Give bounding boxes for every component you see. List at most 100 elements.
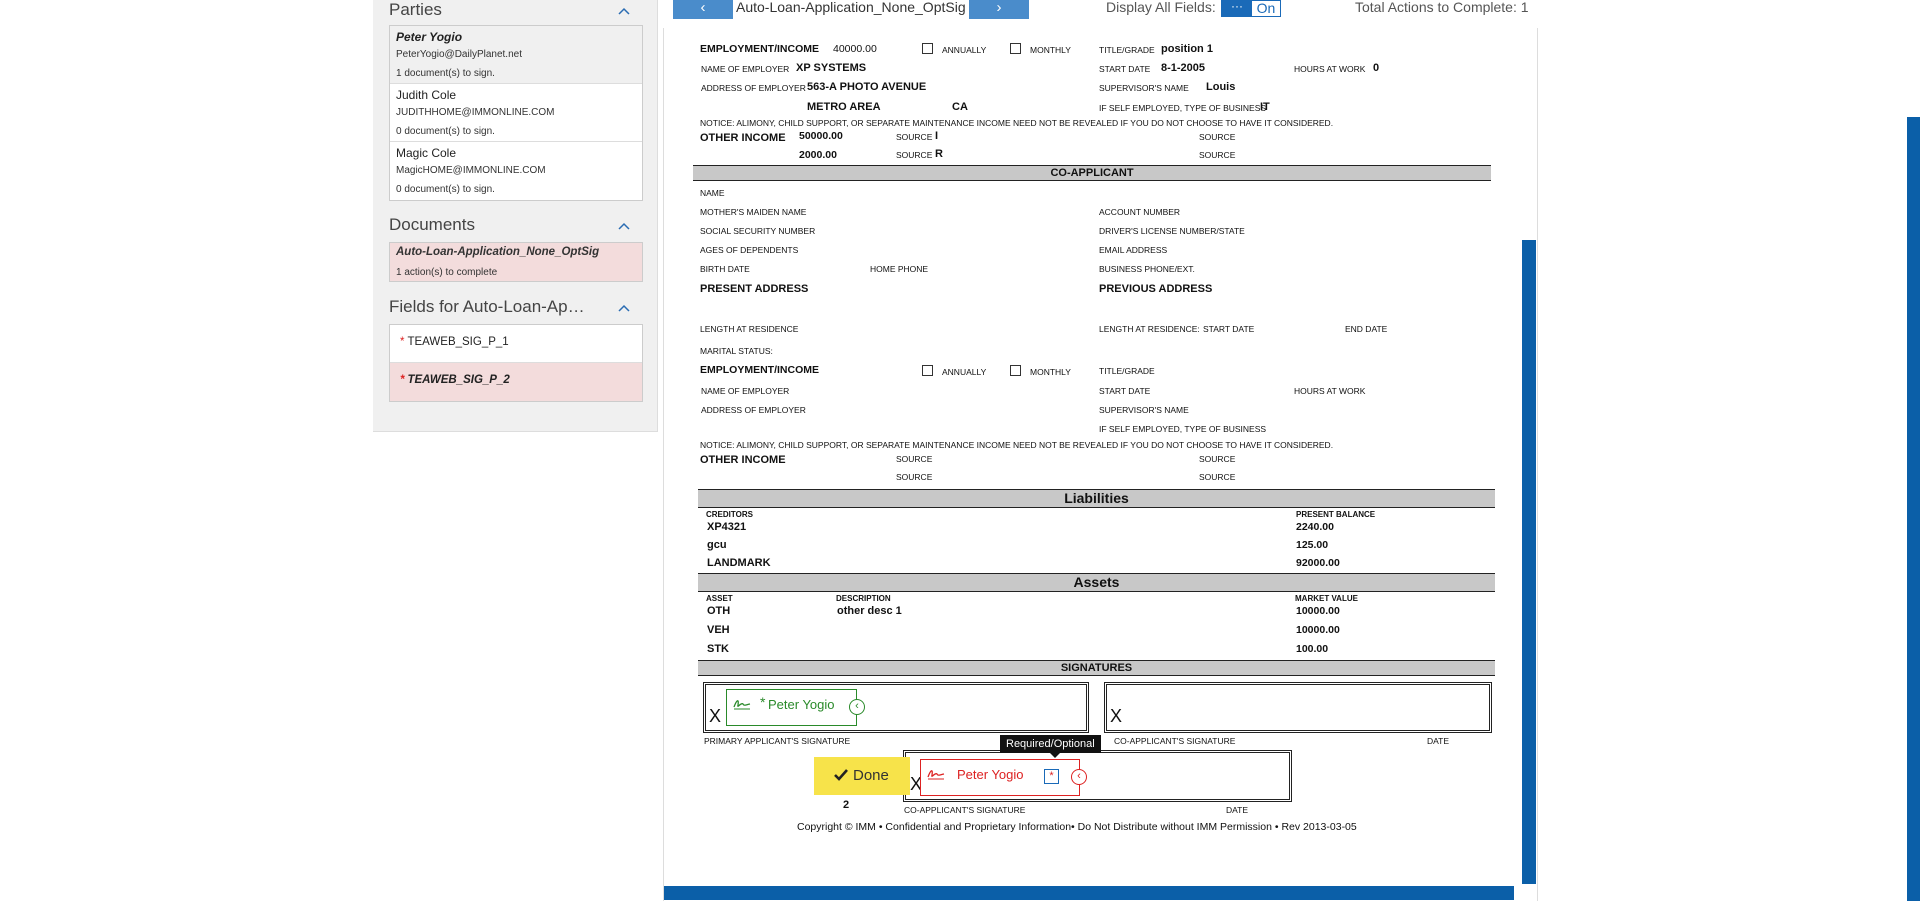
document-name: Auto-Loan-Application_None_OptSig bbox=[396, 246, 600, 258]
required-toggle-checkbox[interactable]: * bbox=[1044, 769, 1059, 784]
co-hours-label: HOURS AT WORK bbox=[1294, 386, 1366, 396]
monthly-label: MONTHLY bbox=[1030, 45, 1071, 55]
asset-value: 100.00 bbox=[1296, 643, 1329, 655]
coapplicant-header: CO-APPLICANT bbox=[693, 165, 1491, 181]
co-account-label: ACCOUNT NUMBER bbox=[1099, 207, 1181, 217]
collapse-arrow-icon[interactable]: ‹ bbox=[849, 699, 865, 715]
signature-pen-icon bbox=[733, 696, 751, 710]
hours-label: HOURS AT WORK bbox=[1294, 64, 1366, 74]
fields-header[interactable]: Fields for Auto-Loan-Appl... bbox=[389, 297, 643, 319]
party-doc-count: 0 document(s) to sign. bbox=[396, 184, 495, 195]
alimony-notice: NOTICE: ALIMONY, CHILD SUPPORT, OR SEPAR… bbox=[700, 118, 1334, 128]
creditor-name: gcu bbox=[707, 539, 727, 551]
required-marker: * bbox=[400, 374, 405, 386]
source-label: SOURCE bbox=[896, 150, 933, 160]
document-horizontal-scrollbar[interactable] bbox=[664, 886, 1514, 900]
co-monthly-label: MONTHLY bbox=[1030, 367, 1071, 377]
co-previous-address-label: PREVIOUS ADDRESS bbox=[1099, 283, 1213, 295]
asset-description: other desc 1 bbox=[837, 605, 902, 617]
checkmark-icon bbox=[834, 768, 848, 782]
display-fields-toggle[interactable]: ··· On bbox=[1221, 0, 1281, 17]
title-grade-value: position 1 bbox=[1161, 43, 1213, 55]
document-action-count: 1 action(s) to complete bbox=[396, 267, 498, 278]
field-label: TEAWEB_SIG_P_2 bbox=[407, 374, 510, 386]
co-end-date-label: END DATE bbox=[1345, 324, 1388, 334]
chevron-up-icon[interactable] bbox=[617, 3, 631, 17]
fields-title: Fields for Auto-Loan-Appl... bbox=[389, 297, 594, 316]
co-signature-box bbox=[1104, 682, 1492, 733]
annually-checkbox[interactable] bbox=[922, 43, 933, 54]
party-item[interactable]: Magic Cole MagicHOME@IMMONLINE.COM 0 doc… bbox=[390, 142, 642, 200]
co-license-label: DRIVER'S LICENSE NUMBER/STATE bbox=[1099, 226, 1245, 236]
collapse-arrow-icon[interactable]: ‹ bbox=[1071, 769, 1087, 785]
signature-field-p1[interactable]: * Peter Yogio bbox=[726, 689, 857, 726]
employment-label: EMPLOYMENT/INCOME bbox=[700, 43, 820, 55]
co-business-phone-label: BUSINESS PHONE/EXT. bbox=[1099, 264, 1195, 274]
co-ages-label: AGES OF DEPENDENTS bbox=[700, 245, 799, 255]
co-annually-label: ANNUALLY bbox=[942, 367, 987, 377]
documents-list: Auto-Loan-Application_None_OptSig 1 acti… bbox=[389, 242, 643, 282]
party-name: Peter Yogio bbox=[396, 30, 463, 44]
co-source-label: SOURCE bbox=[1199, 454, 1236, 464]
field-item[interactable]: * TEAWEB_SIG_P_2 bbox=[390, 363, 642, 401]
source-label: SOURCE bbox=[896, 132, 933, 142]
total-actions: Total Actions to Complete: 1 bbox=[1355, 0, 1529, 15]
hours-value: 0 bbox=[1373, 62, 1380, 74]
party-item[interactable]: Peter Yogio PeterYogio@DailyPlanet.net 1… bbox=[390, 26, 642, 84]
co-monthly-checkbox[interactable] bbox=[1010, 365, 1021, 376]
party-name: Judith Cole bbox=[396, 88, 457, 102]
chevron-up-icon[interactable] bbox=[617, 300, 631, 314]
co-emp-start-label: START DATE bbox=[1099, 386, 1151, 396]
parties-header[interactable]: Parties bbox=[389, 0, 643, 22]
other-income-1: 50000.00 bbox=[799, 130, 843, 142]
creditor-name: LANDMARK bbox=[707, 557, 771, 569]
address-value: 563-A PHOTO AVENUE bbox=[807, 81, 927, 93]
creditor-name: XP4321 bbox=[707, 521, 747, 533]
co-home-phone-label: HOME PHONE bbox=[870, 264, 929, 274]
prev-document-button[interactable]: ‹ bbox=[673, 0, 733, 19]
co-marital-label: MARITAL STATUS: bbox=[700, 346, 773, 356]
party-email: PeterYogio@DailyPlanet.net bbox=[396, 49, 522, 60]
chevron-up-icon[interactable] bbox=[617, 218, 631, 232]
field-item[interactable]: * TEAWEB_SIG_P_1 bbox=[390, 325, 642, 363]
done-label: Done bbox=[853, 767, 889, 784]
signature-pen-icon bbox=[927, 766, 945, 780]
required-marker: * bbox=[760, 694, 766, 710]
co-annually-checkbox[interactable] bbox=[922, 365, 933, 376]
field-label: TEAWEB_SIG_P_1 bbox=[407, 336, 509, 348]
city-value: METRO AREA bbox=[807, 101, 881, 113]
toggle-handle: ··· bbox=[1222, 0, 1252, 16]
page-scrollbar-thumb[interactable] bbox=[1907, 117, 1920, 901]
parties-list: Peter Yogio PeterYogio@DailyPlanet.net 1… bbox=[389, 25, 643, 201]
co-start-date-label: START DATE bbox=[1203, 324, 1255, 334]
co-maiden-label: MOTHER'S MAIDEN NAME bbox=[700, 207, 807, 217]
address-label: ADDRESS OF EMPLOYER bbox=[701, 83, 806, 93]
asset-value: 10000.00 bbox=[1296, 605, 1340, 617]
party-email: JUDITHHOME@IMMONLINE.COM bbox=[396, 107, 555, 118]
document-item[interactable]: Auto-Loan-Application_None_OptSig 1 acti… bbox=[390, 243, 642, 281]
employment-value: 40000.00 bbox=[833, 43, 877, 55]
next-document-button[interactable]: › bbox=[969, 0, 1029, 19]
done-step-count: 2 bbox=[843, 799, 850, 811]
market-value-col: MARKET VALUE bbox=[1295, 594, 1358, 603]
co-length-prev-label: LENGTH AT RESIDENCE: bbox=[1099, 324, 1200, 334]
done-button[interactable]: Done bbox=[814, 757, 910, 795]
employer-value: XP SYSTEMS bbox=[796, 62, 867, 74]
document-title: Auto-Loan-Application_None_OptSig bbox=[736, 0, 966, 15]
signature-x: X bbox=[1110, 706, 1123, 726]
co-ssn-label: SOCIAL SECURITY NUMBER bbox=[700, 226, 816, 236]
asset-code: OTH bbox=[707, 605, 731, 617]
co-length-label: LENGTH AT RESIDENCE bbox=[700, 324, 799, 334]
documents-header[interactable]: Documents bbox=[389, 215, 643, 237]
balance-col: PRESENT BALANCE bbox=[1296, 510, 1376, 519]
co-signature-label-2: CO-APPLICANT'S SIGNATURE bbox=[904, 805, 1026, 815]
monthly-checkbox[interactable] bbox=[1010, 43, 1021, 54]
creditors-col: CREDITORS bbox=[706, 510, 753, 519]
parties-title: Parties bbox=[389, 0, 442, 19]
description-col: DESCRIPTION bbox=[836, 594, 891, 603]
co-source-label: SOURCE bbox=[1199, 472, 1236, 482]
document-scrollbar-thumb[interactable] bbox=[1522, 240, 1536, 884]
party-item[interactable]: Judith Cole JUDITHHOME@IMMONLINE.COM 0 d… bbox=[390, 84, 642, 142]
co-supervisor-label: SUPERVISOR'S NAME bbox=[1099, 405, 1189, 415]
creditor-balance: 125.00 bbox=[1296, 539, 1329, 551]
